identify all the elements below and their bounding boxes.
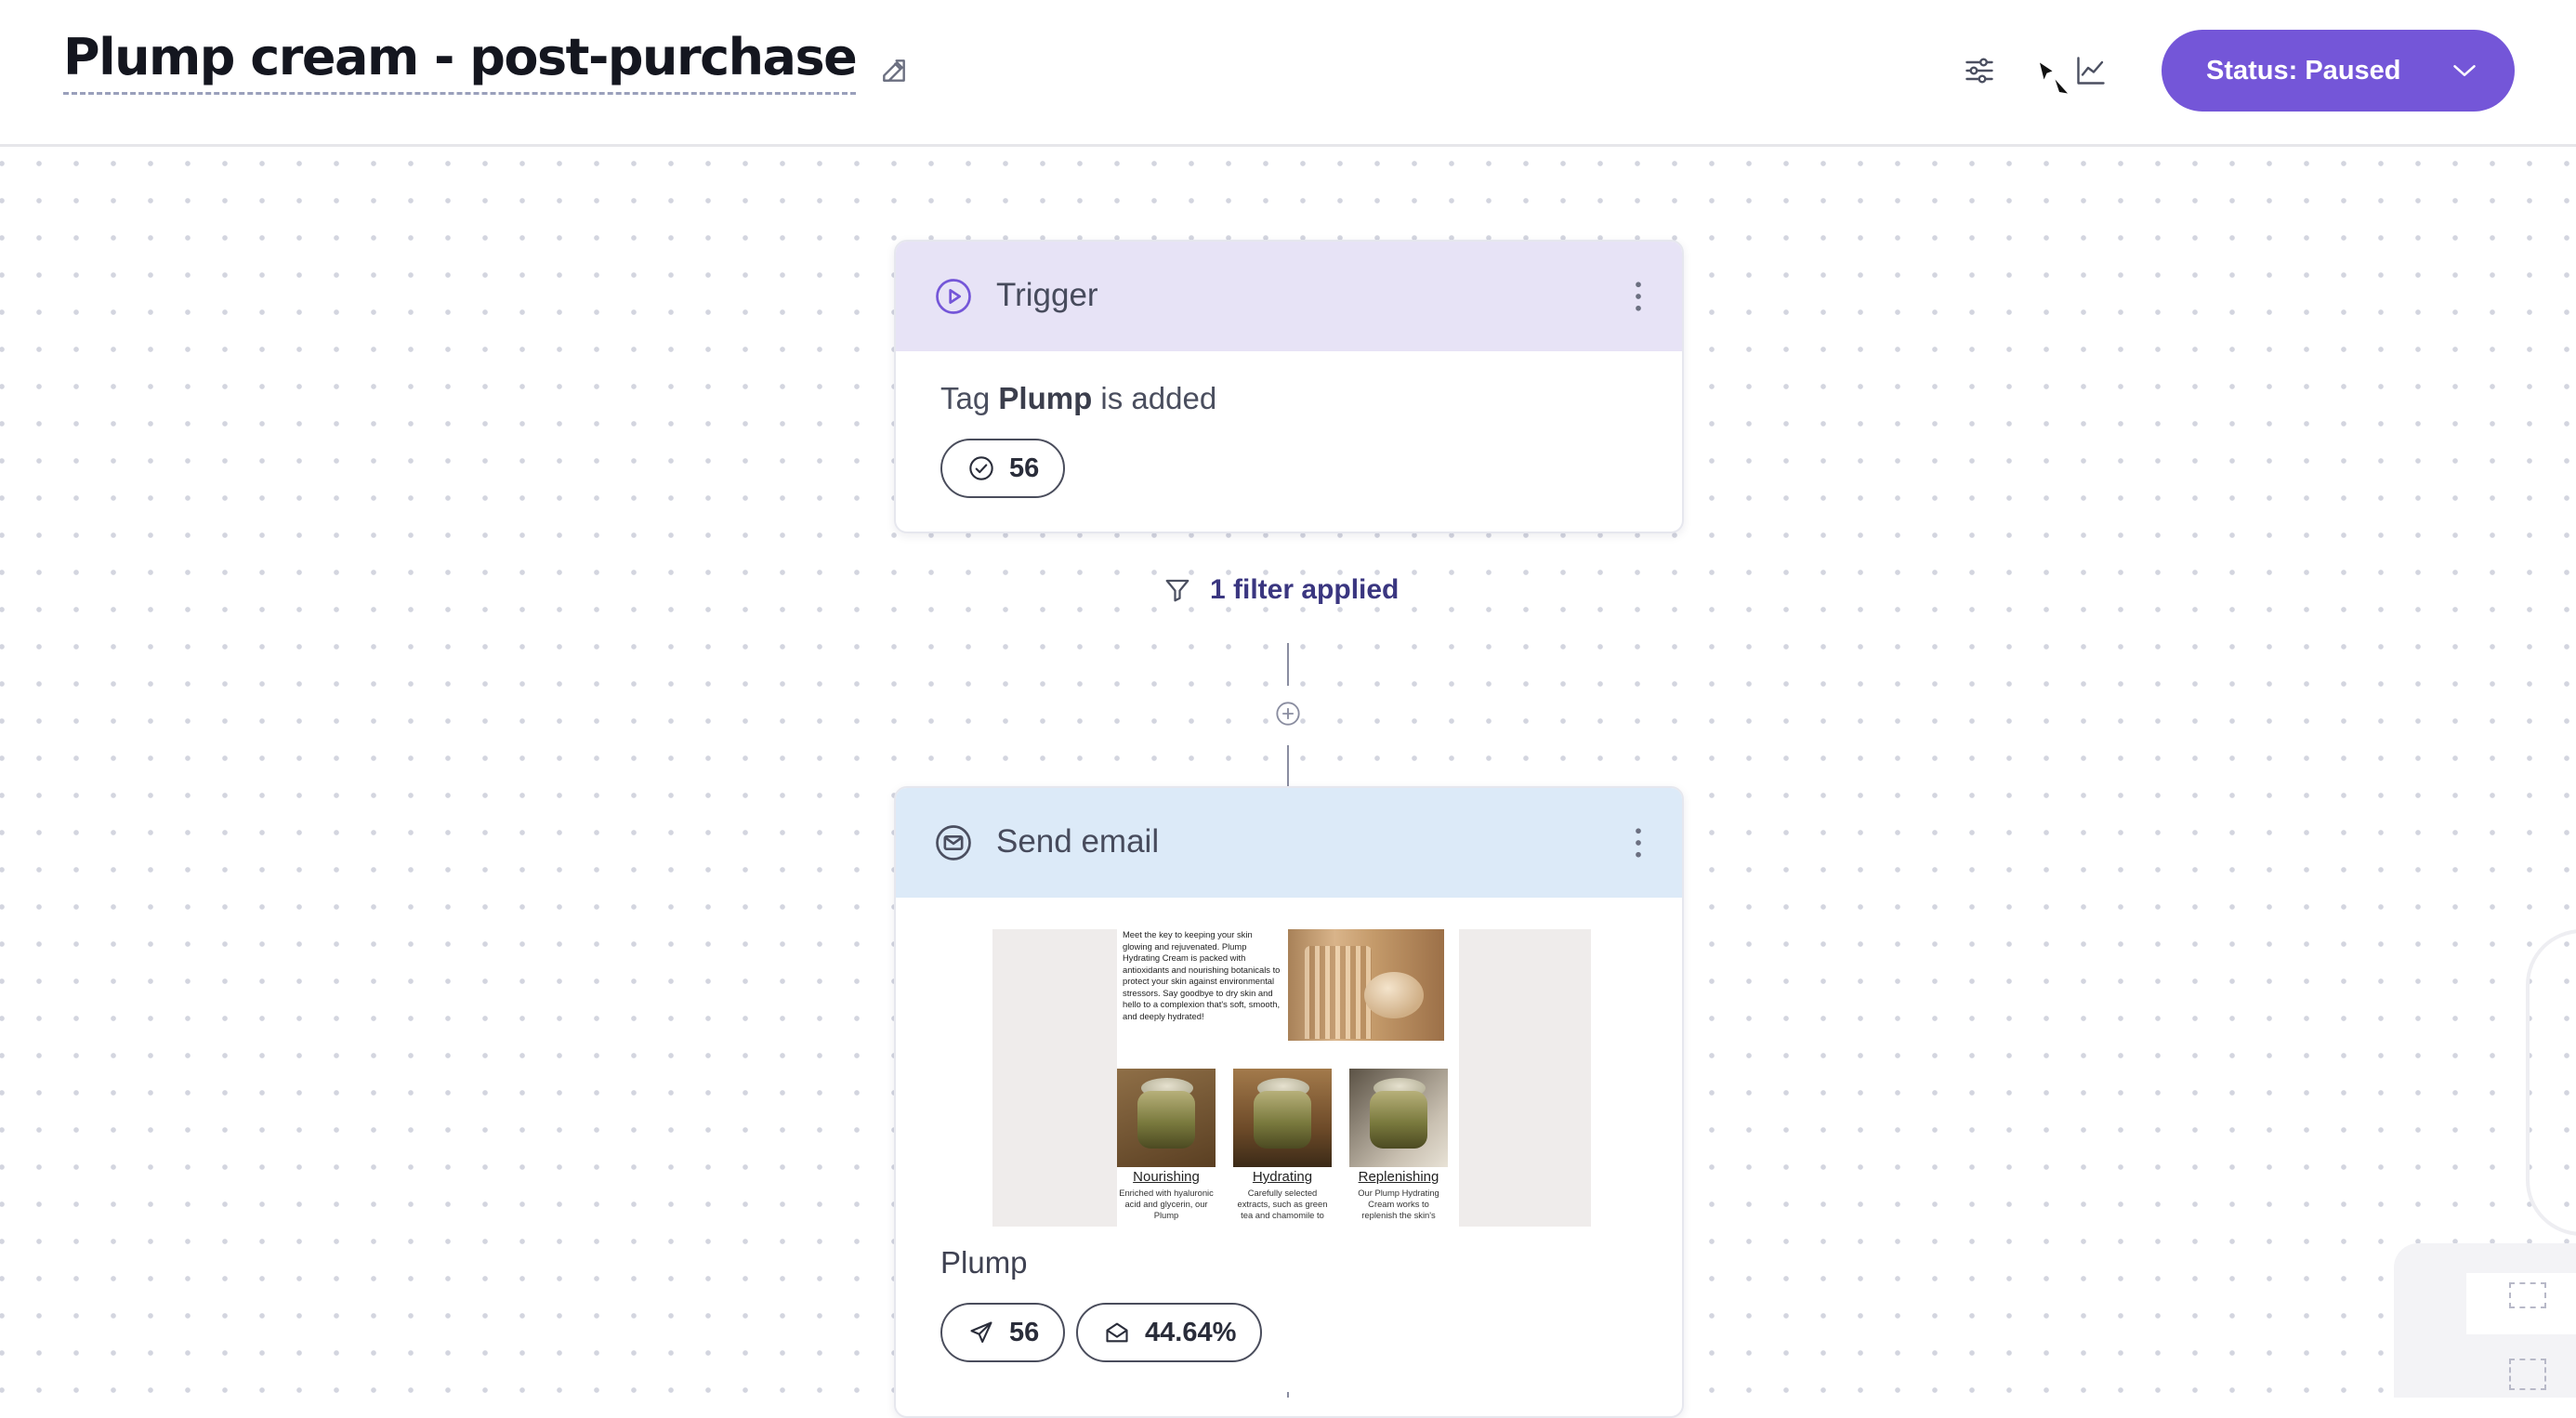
connector-line xyxy=(1287,745,1289,786)
product-title: Hydrating xyxy=(1252,1169,1313,1185)
add-step-icon[interactable] xyxy=(1275,701,1301,727)
status-dropdown[interactable]: Status: Paused xyxy=(2162,30,2515,112)
product-description: Carefully selected extracts, such as gre… xyxy=(1237,1188,1328,1220)
top-header: Plump cream - post-purchase Status: Paus… xyxy=(0,0,2576,147)
email-preview-margin xyxy=(1459,929,1591,1227)
email-preview[interactable]: Meet the key to keeping your skin glowin… xyxy=(992,929,1591,1227)
product-description: Our Plump Hydrating Cream works to reple… xyxy=(1358,1188,1439,1220)
play-icon xyxy=(936,279,971,314)
cursor-icon xyxy=(2040,62,2068,94)
product-title: Replenishing xyxy=(1358,1169,1439,1185)
email-icon xyxy=(936,825,971,860)
trigger-tag-name: Plump xyxy=(998,381,1093,415)
trigger-text-prefix: Tag xyxy=(940,381,991,415)
chevron-down-icon xyxy=(2453,65,2476,76)
trigger-count-badge[interactable]: 56 xyxy=(940,439,1066,498)
send-icon xyxy=(970,1321,992,1343)
product-image-hydrating xyxy=(1233,1069,1332,1167)
envelope-open-icon xyxy=(1106,1322,1128,1343)
open-rate-badge[interactable]: 44.64% xyxy=(1076,1303,1263,1362)
open-rate: 44.64% xyxy=(1145,1317,1237,1347)
workflow-canvas[interactable]: Trigger Tag Plump is added 56 1 filter a… xyxy=(0,147,2576,1418)
filter-icon xyxy=(1165,579,1189,602)
filter-label: 1 filter applied xyxy=(1210,574,1400,605)
check-circle-icon xyxy=(969,456,993,480)
sliders-icon[interactable] xyxy=(1963,54,1996,87)
sent-count-badge[interactable]: 56 xyxy=(940,1303,1066,1362)
more-options-icon[interactable] xyxy=(1634,281,1643,312)
product-image-nourishing xyxy=(1117,1069,1216,1167)
automation-title[interactable]: Plump cream - post-purchase xyxy=(63,28,858,95)
product-image-replenishing xyxy=(1349,1069,1448,1167)
email-hero-image xyxy=(1288,929,1444,1041)
connector-line xyxy=(1287,1392,1289,1398)
filter-link[interactable]: 1 filter applied xyxy=(1163,574,1399,606)
email-name: Plump xyxy=(940,1245,1028,1280)
trigger-node-header: Trigger xyxy=(896,242,1682,351)
trigger-count: 56 xyxy=(1009,453,1040,483)
more-options-icon[interactable] xyxy=(1634,827,1643,859)
connector-line xyxy=(1287,643,1289,686)
status-label: Status: Paused xyxy=(2206,55,2401,85)
trigger-node-title: Trigger xyxy=(996,277,1098,313)
send-email-node[interactable]: Send email Meet the key to keeping your … xyxy=(894,786,1684,1418)
edit-icon[interactable] xyxy=(879,56,909,85)
trigger-description: Tag Plump is added xyxy=(940,381,1216,416)
side-panel-edge xyxy=(2526,929,2576,1236)
product-description: Enriched with hyaluronic acid and glycer… xyxy=(1119,1188,1214,1220)
email-preview-intro: Meet the key to keeping your skin glowin… xyxy=(1123,929,1281,1021)
trigger-node[interactable]: Trigger Tag Plump is added 56 xyxy=(894,240,1684,533)
email-node-title: Send email xyxy=(996,823,1160,860)
sent-count: 56 xyxy=(1009,1317,1040,1347)
email-node-body: Meet the key to keeping your skin glowin… xyxy=(896,898,1682,1416)
minimap-panel[interactable] xyxy=(2394,1243,2576,1398)
chart-icon[interactable] xyxy=(2074,54,2108,87)
email-node-header: Send email xyxy=(896,788,1682,898)
trigger-text-suffix: is added xyxy=(1100,381,1217,415)
product-title: Nourishing xyxy=(1133,1169,1200,1185)
